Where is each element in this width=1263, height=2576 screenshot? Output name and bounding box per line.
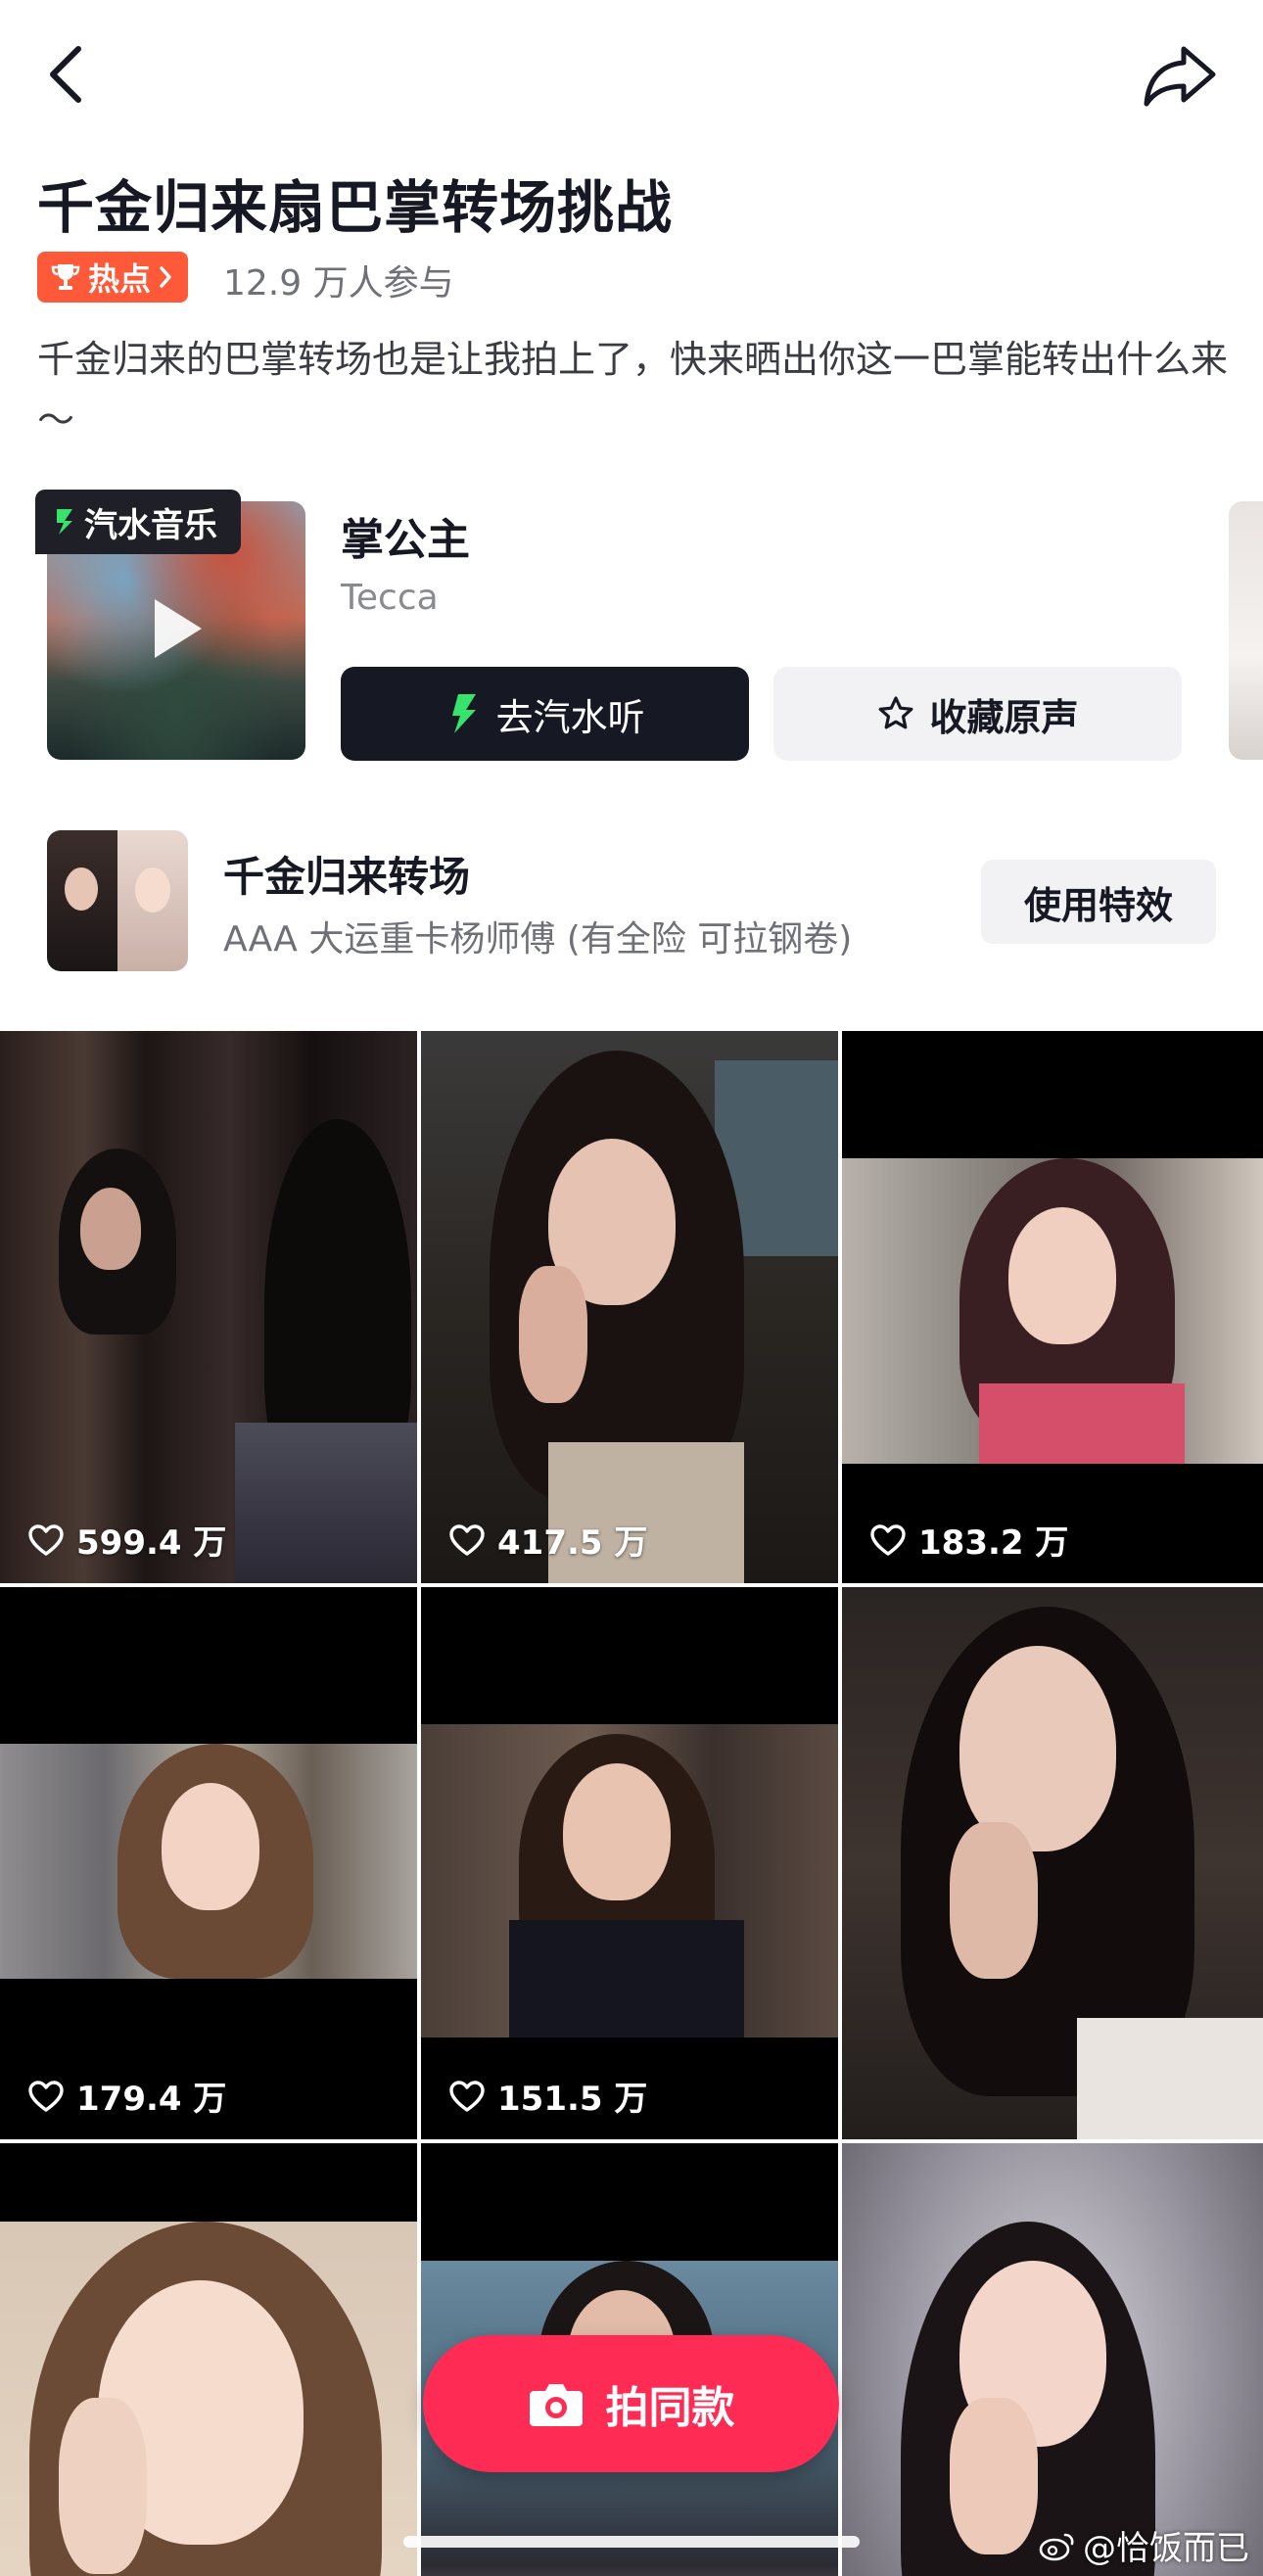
shoot-button-label: 拍同款 xyxy=(605,2383,735,2433)
effect-title[interactable]: 千金归来转场 xyxy=(223,844,470,904)
like-count: 599.4 万 xyxy=(27,1516,226,1564)
chevron-left-icon xyxy=(50,46,81,103)
heart-icon xyxy=(870,1523,906,1556)
qishui-logo-icon xyxy=(452,694,477,733)
play-icon xyxy=(155,599,202,658)
video-tile[interactable]: 417.5 万 xyxy=(421,1031,838,1583)
collect-button-label: 收藏原声 xyxy=(929,695,1079,739)
qishui-tag-label: 汽水音乐 xyxy=(84,505,217,545)
heart-icon xyxy=(28,2080,64,2112)
heart-icon xyxy=(28,1523,64,1556)
like-count: 151.5 万 xyxy=(448,2072,647,2120)
video-tile[interactable] xyxy=(842,1587,1263,2139)
like-count: 183.2 万 xyxy=(869,1516,1068,1564)
effect-creator[interactable]: AAA 大运重卡杨师傅 (有全险 可拉钢卷) xyxy=(223,911,852,961)
video-tile[interactable] xyxy=(842,2143,1263,2576)
like-count: 179.4 万 xyxy=(27,2072,226,2120)
participant-count: 12.9 万人参与 xyxy=(223,263,454,304)
chevron-right-icon xyxy=(160,266,171,288)
video-tile[interactable]: 599.4 万 xyxy=(0,1031,417,1583)
trophy-icon xyxy=(51,264,80,290)
like-count: 417.5 万 xyxy=(448,1516,647,1564)
song-artist[interactable]: Tecca xyxy=(341,578,439,618)
qishui-logo-icon xyxy=(57,509,72,535)
use-effect-button[interactable]: 使用特效 xyxy=(981,860,1216,944)
heart-icon xyxy=(449,1523,485,1556)
weibo-icon xyxy=(1039,2533,1074,2560)
video-tile[interactable]: 151.5 万 xyxy=(421,1587,838,2139)
camera-icon xyxy=(529,2384,583,2426)
star-icon xyxy=(879,696,913,729)
watermark-text: @恰饭而已 xyxy=(1083,2529,1249,2568)
page-title: 千金归来扇巴掌转场挑战 xyxy=(37,174,674,241)
next-music-card[interactable] xyxy=(1229,501,1263,760)
song-title[interactable]: 掌公主 xyxy=(341,504,470,567)
home-indicator xyxy=(403,2536,860,2548)
challenge-description: 千金归来的巴掌转场也是让我拍上了，快来晒出你这一巴掌能转出什么来～ xyxy=(37,338,1229,442)
share-button[interactable] xyxy=(1141,41,1219,110)
video-tile[interactable]: 179.4 万 xyxy=(0,1587,417,2139)
effect-thumbnail[interactable] xyxy=(47,830,188,971)
hot-badge[interactable]: 热点 xyxy=(37,252,189,303)
share-arrow-icon xyxy=(1144,46,1216,107)
collect-sound-button[interactable]: 收藏原声 xyxy=(773,667,1182,761)
heart-icon xyxy=(449,2080,485,2112)
top-bar xyxy=(0,0,1263,157)
qishui-music-tag: 汽水音乐 xyxy=(35,490,241,554)
listen-on-qishui-button[interactable]: 去汽水听 xyxy=(341,667,749,761)
hot-badge-label: 热点 xyxy=(88,260,152,298)
back-button[interactable] xyxy=(39,39,98,108)
listen-button-label: 去汽水听 xyxy=(495,695,645,739)
video-tile[interactable] xyxy=(0,2143,417,2576)
video-tile[interactable]: 183.2 万 xyxy=(842,1031,1263,1583)
weibo-watermark: @恰饭而已 xyxy=(1038,2521,1249,2569)
shoot-same-button[interactable]: 拍同款 xyxy=(423,2335,839,2472)
